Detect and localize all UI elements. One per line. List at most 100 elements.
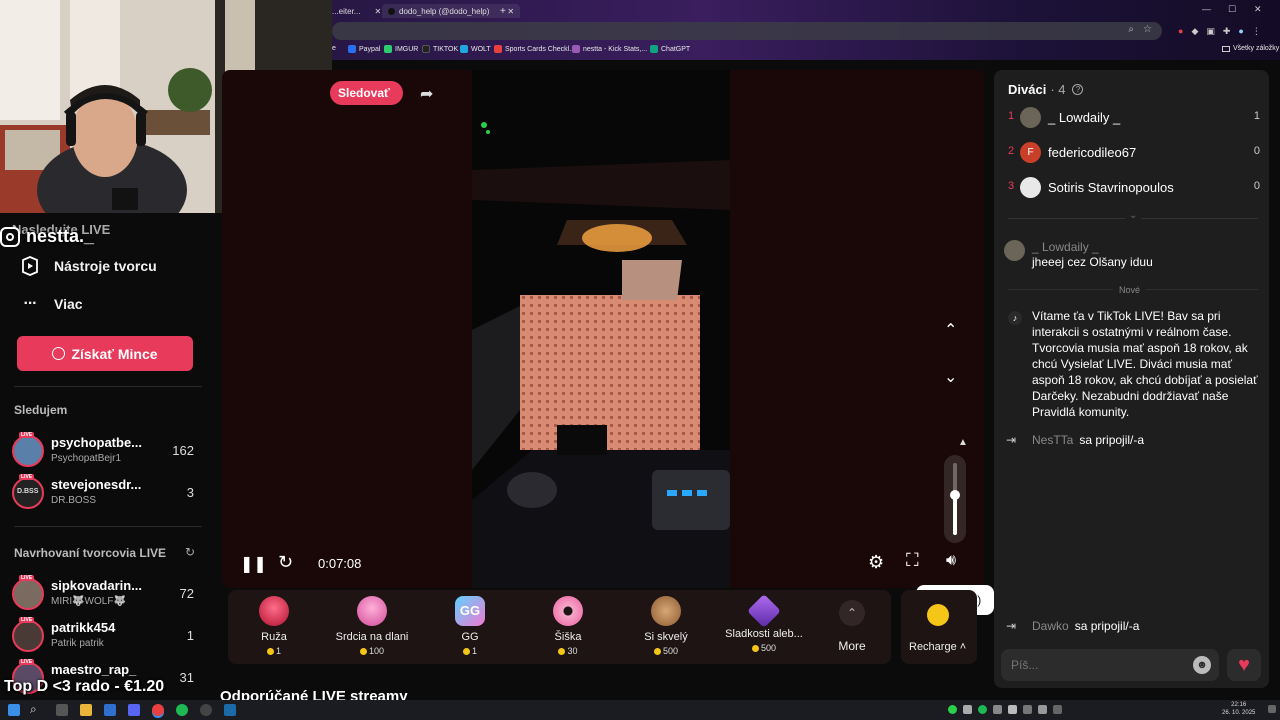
tab-favicon-icon [388,7,395,15]
tray-icon[interactable] [1008,705,1017,714]
refresh-icon[interactable]: ↻ [278,552,293,573]
gift-item[interactable]: Ruža 1 [232,596,316,660]
join-message: NesTTa sa pripojil/-a [1032,433,1145,447]
like-heart-button[interactable]: ♥ [1227,649,1261,681]
gift-item[interactable]: Sladkosti aleb... 500 [722,594,806,660]
bookmark[interactable]: TIKTOK [422,45,458,53]
minimize-icon[interactable]: — [1202,4,1211,14]
windows-start-icon[interactable] [8,704,20,716]
gift-bar: Ruža 1 Srdcia na dlani 100 GG GG 1 Šiška… [228,590,891,664]
tab-close-icon[interactable]: ✕ [374,7,381,16]
imgur-icon [384,45,392,53]
bookmark[interactable]: ChatGPT [650,45,690,53]
maximize-icon[interactable]: ☐ [1228,4,1236,15]
task-view-icon[interactable] [56,704,68,716]
suggested-creator[interactable]: LIVE sipkovadarin... MIRI🐺WOLF🐺 72 [12,575,202,612]
volume-icon[interactable]: 🔊︎ [946,552,956,570]
notifications-icon[interactable] [1268,705,1276,713]
tray-icon[interactable] [1023,705,1032,714]
new-tab-button[interactable]: + [500,4,506,18]
browser-tab[interactable]: ...eiter... ✕ [332,4,381,18]
chat-input-box[interactable]: ☻ [1001,649,1219,681]
join-message: Dawko sa pripojil/-a [1032,619,1140,633]
bookmark[interactable]: IMGUR [384,45,418,53]
gift-item[interactable]: Srdcia na dlani 100 [330,596,414,660]
chrome-icon[interactable] [152,704,164,716]
live-player[interactable]: ⌃ ⌄ ❚❚ ↻ 0:07:08 ⚙ ⛶ 🔊︎ [222,70,984,588]
tray-icon[interactable] [993,705,1002,714]
tab-close-icon[interactable]: ✕ [507,7,514,16]
fullscreen-icon[interactable]: ⛶ [906,550,919,571]
tiktok-icon [422,45,430,53]
refresh-icon[interactable]: ↻ [185,545,195,559]
suggested-creator[interactable]: LIVE patrikk454 Patrik patrik 1 [12,617,202,654]
obs-icon[interactable] [200,704,212,716]
viewer-count: 1 [186,628,194,643]
discord-icon[interactable] [128,704,140,716]
chat-input[interactable] [1011,656,1181,674]
sidebar-divider [14,386,202,387]
tray-icon[interactable] [948,705,957,714]
spotify-icon[interactable] [176,704,188,716]
volume-slider[interactable] [944,455,966,543]
file-explorer-icon[interactable] [80,704,92,716]
extension-icon[interactable]: ● [1178,26,1183,37]
zoom-icon[interactable]: ⌕ [1128,24,1134,35]
puzzle-icon[interactable]: ✚ [1223,26,1231,37]
viewer-row[interactable]: 2 F federicodileo67 0 [1008,142,1260,164]
close-window-icon[interactable]: ✕ [1254,4,1262,15]
app-icon[interactable] [104,704,116,716]
live-video[interactable] [472,70,730,588]
next-stream-chevron-down-icon[interactable]: ⌄ [944,367,957,387]
bookmark[interactable]: Sports Cards Checkl... [494,45,575,53]
viewer-row[interactable]: 3 Sotiris Stavrinopoulos 0 [1008,177,1260,199]
sidebar-item-more[interactable]: ··· Viac [20,295,83,313]
chat-username[interactable]: _ Lowdaily _ [1032,240,1099,254]
pause-icon[interactable]: ❚❚ [240,554,267,574]
following-creator[interactable]: LIVE psychopatbe... PsychopatBejr1 162 [12,432,202,469]
get-coins-button[interactable]: Získať Mince [17,336,193,371]
tray-icon[interactable] [963,705,972,714]
viewers-header: Diváci · 4 ? [1008,82,1084,97]
star-icon[interactable]: ☆ [1143,24,1152,35]
sidebar-item-creator-tools[interactable]: Nástroje tvorcu [20,256,157,276]
recharge-button[interactable]: Recharge ˄ [901,590,977,664]
clock[interactable]: 22:16 26. 10. 2025 [1222,701,1255,717]
viewer-row[interactable]: 1 _ Lowdaily _ 1 [1008,107,1260,129]
bookmark[interactable]: Paypal [348,45,380,53]
prev-stream-chevron-up-icon[interactable]: ⌃ [944,320,957,340]
volume-knob[interactable] [950,490,960,500]
menu-icon[interactable]: ⋮ [1252,26,1261,37]
bookmark[interactable]: e [332,45,336,52]
gift-item[interactable]: GG GG 1 [428,596,512,660]
all-bookmarks[interactable]: Všetky záložky [1222,45,1279,52]
emoji-icon[interactable]: ☻ [1193,656,1211,674]
expand-chevron-icon[interactable]: ⌄ [1125,210,1142,221]
steam-icon[interactable] [224,704,236,716]
profile-icon[interactable]: ● [1238,26,1243,37]
share-icon[interactable]: ➦ [420,84,433,104]
tray-icon[interactable] [1053,705,1062,714]
bookmark[interactable]: nestta - Kick Stats,... [572,45,647,53]
avatar [1004,240,1025,261]
extension-icon[interactable]: ▣ [1206,26,1215,37]
help-icon[interactable]: ? [1072,84,1084,95]
gift-item[interactable]: Šiška 30 [526,596,610,660]
following-creator[interactable]: D.BSS LIVE stevejonesdr... DR.BOSS 3 [12,474,202,511]
tray-icon[interactable] [978,705,987,714]
gift-item[interactable]: Si skvelý 500 [624,596,708,660]
bookmark[interactable]: WOLT [460,45,491,53]
bookmarks-bar: e Paypal IMGUR TIKTOK WOLT Sports Cards … [332,42,1280,58]
volume-fill [953,495,957,535]
extension-icon[interactable]: ◆ [1191,26,1198,37]
address-bar[interactable]: ☆ ⌕ [332,22,1162,40]
follow-button[interactable]: Sledovať [330,81,403,105]
coin-icon [653,647,661,655]
tray-icon[interactable] [1038,705,1047,714]
more-gifts-button[interactable]: ⌃ More [810,596,894,660]
search-icon[interactable]: ⌕ [30,702,37,717]
settings-gear-icon[interactable]: ⚙ [868,552,884,573]
viewer-count: 162 [172,443,194,458]
wolt-icon [460,45,468,53]
heart-hands-icon [357,596,387,626]
